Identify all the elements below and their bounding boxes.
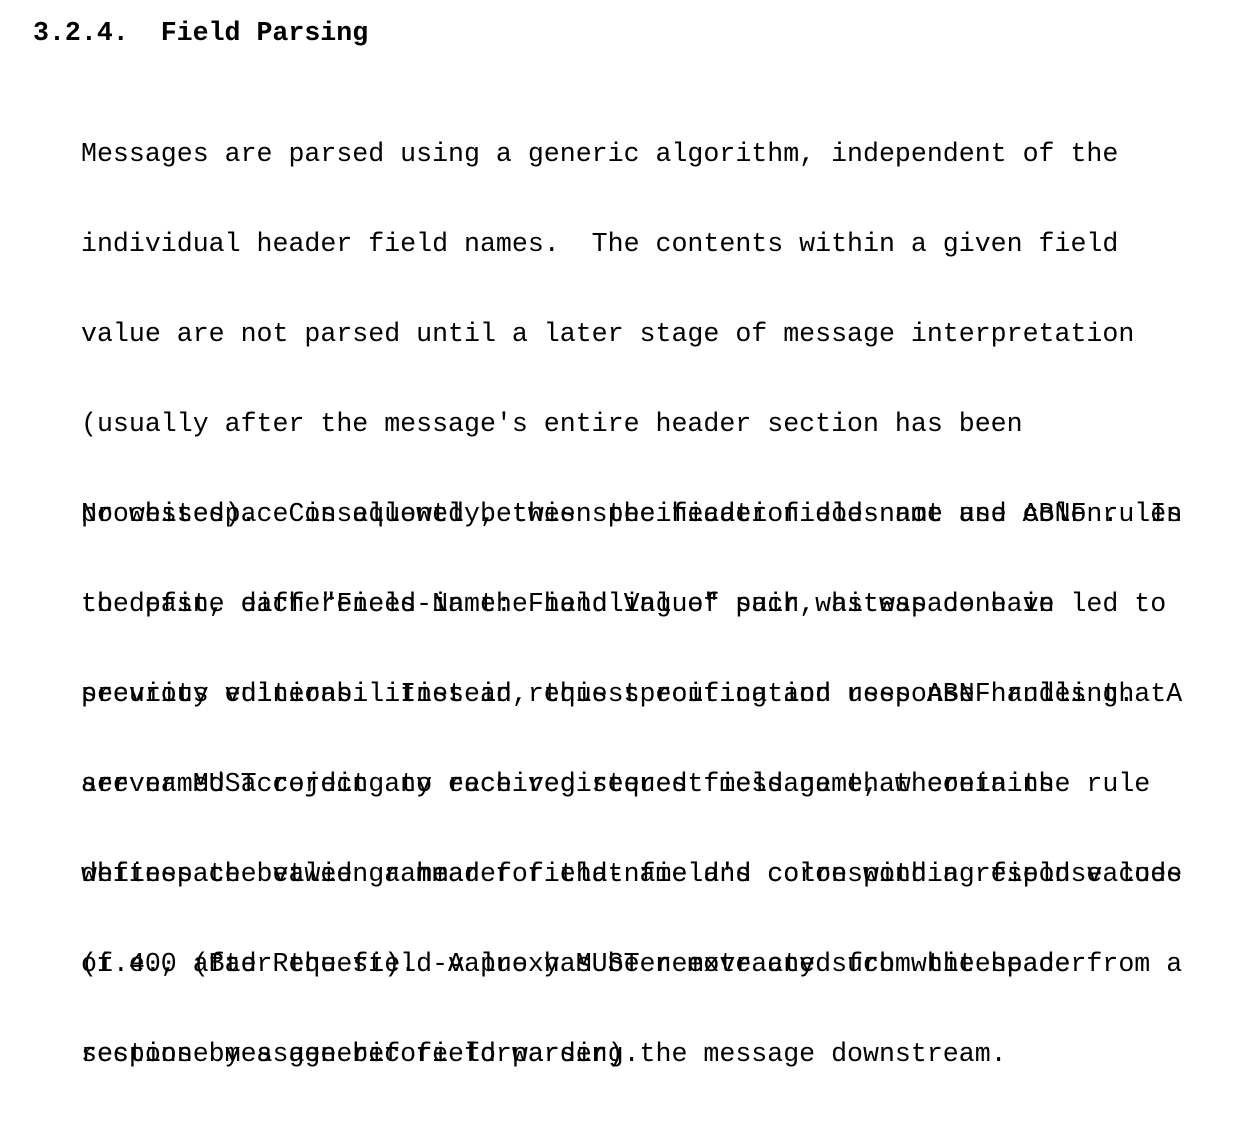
text-line: security vulnerabilities in request rout… [81, 679, 1183, 709]
text-line: server MUST reject any received request … [81, 769, 1055, 799]
text-line: Messages are parsed using a generic algo… [81, 139, 1119, 169]
text-line: the past, differences in the handling of… [81, 589, 1167, 619]
section-title: Field Parsing [160, 18, 369, 48]
text-line: No whitespace is allowed between the hea… [81, 499, 1183, 529]
text-line: individual header field names. The conte… [81, 229, 1119, 259]
text-line: whitespace between a header field-name a… [81, 859, 1183, 889]
text-line: of 400 (Bad Request). A proxy MUST remov… [81, 949, 1183, 979]
text-line: (usually after the message's entire head… [81, 409, 1023, 439]
paragraph-whitespace-rule: No whitespace is allowed between the hea… [81, 439, 1182, 1129]
section-heading: 3.2.4. Field Parsing [33, 18, 368, 48]
text-line: value are not parsed until a later stage… [81, 319, 1135, 349]
document-page: 3.2.4. Field Parsing Messages are parsed… [0, 0, 1246, 1069]
text-line: response message before forwarding the m… [81, 1039, 1007, 1069]
section-number: 3.2.4. [33, 18, 129, 48]
